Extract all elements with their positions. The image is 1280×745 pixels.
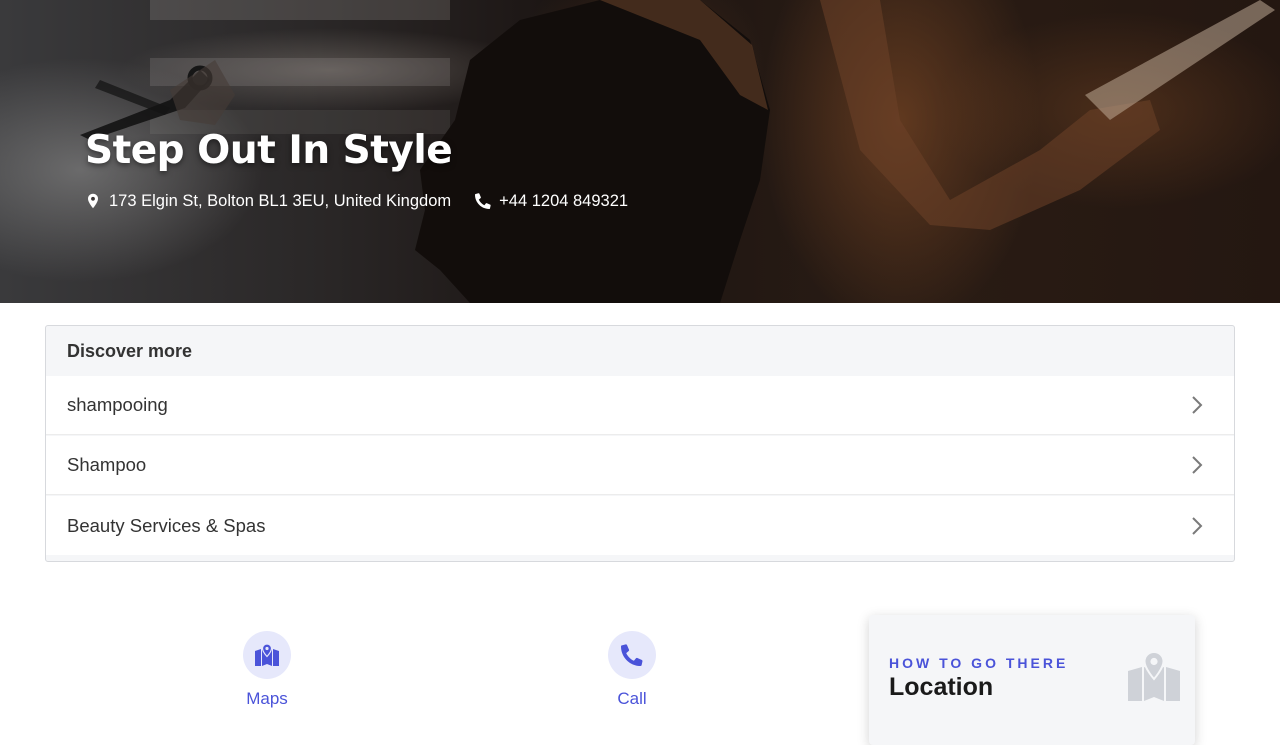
hero-banner: Step Out In Style 173 Elgin St, Bolton B… [0, 0, 1280, 303]
discover-item-shampoo[interactable]: Shampoo [46, 436, 1234, 495]
chevron-right-icon [1192, 516, 1203, 535]
location-card[interactable]: HOW TO GO THERE Location [869, 615, 1195, 745]
maps-label: Maps [246, 689, 288, 708]
call-button[interactable]: Call [572, 631, 692, 709]
chevron-right-icon [1192, 396, 1203, 414]
maps-icon-circle [243, 631, 291, 679]
chevron-right-icon [1192, 456, 1203, 474]
discover-item-label: shampooing [67, 394, 168, 415]
discover-more-panel: Discover more shampooing Shampoo Beauty … [45, 325, 1235, 562]
discover-more-heading: Discover more [67, 340, 193, 361]
phone-icon [475, 193, 491, 209]
discover-item-label: Shampoo [67, 454, 147, 475]
discover-item-beauty-services[interactable]: Beauty Services & Spas [46, 496, 1234, 555]
address-text[interactable]: 173 Elgin St, Bolton BL1 3EU, United Kin… [109, 192, 451, 211]
call-icon-circle [608, 631, 656, 679]
location-title: Location [889, 673, 994, 701]
maps-button[interactable]: Maps [207, 631, 327, 709]
discover-item-label: Beauty Services & Spas [67, 514, 266, 536]
phone-icon [621, 644, 643, 666]
discover-item-shampooing[interactable]: shampooing [46, 376, 1234, 435]
page-title: Step Out In Style [85, 128, 453, 173]
phone-text[interactable]: +44 1204 849321 [499, 192, 628, 211]
hero-contact-info: 173 Elgin St, Bolton BL1 3EU, United Kin… [85, 190, 628, 212]
call-label: Call [617, 689, 647, 708]
map-icon [255, 643, 279, 666]
location-kicker: HOW TO GO THERE [889, 655, 1069, 671]
map-pin-icon [88, 193, 98, 209]
map-marker-icon [1128, 651, 1180, 701]
